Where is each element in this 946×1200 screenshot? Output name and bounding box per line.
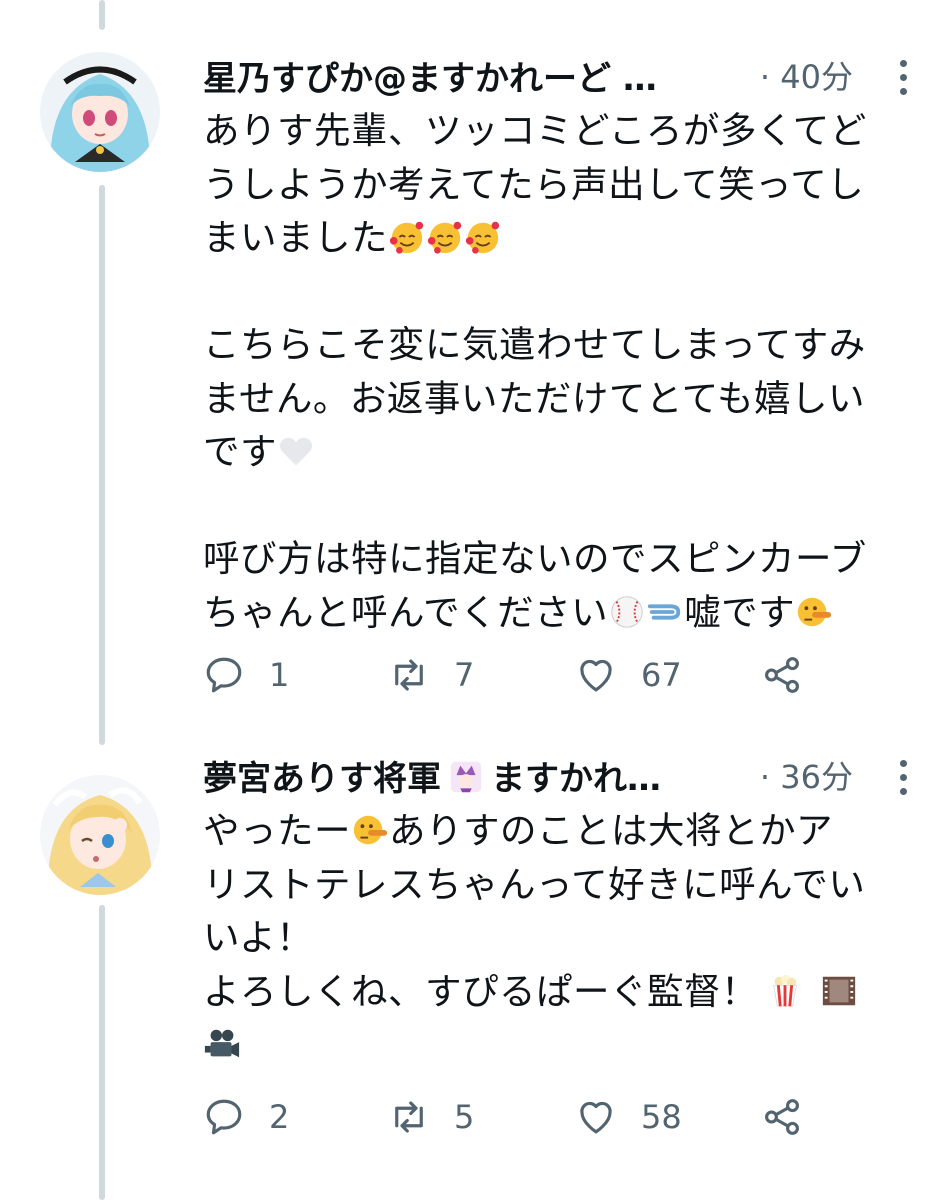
tweet-text: ありす先輩、ツッコミどころが多くてど うしようか考えてたら声出して笑ってし まい… <box>203 109 867 634</box>
share-icon <box>765 657 799 693</box>
lying-face-icon <box>798 597 832 626</box>
tweet-text: やったー ありすのことは大将とかア リストテレスちゃんって好きに呼んでい いよ！ … <box>203 804 915 1072</box>
more-icon[interactable] <box>891 756 915 796</box>
timestamp[interactable]: · 40分 <box>760 52 853 98</box>
like-count: 58 <box>641 1098 682 1136</box>
reply-icon <box>206 1099 242 1135</box>
timestamp[interactable]: · 36分 <box>760 752 853 798</box>
retweet-button[interactable]: 7 <box>388 645 474 705</box>
retweet-icon <box>395 1101 423 1133</box>
white-heart-icon <box>279 437 313 466</box>
like-icon <box>580 659 612 692</box>
tweet-actions: 2 5 58 <box>203 1087 823 1147</box>
dash-icon <box>648 603 681 620</box>
share-button[interactable] <box>761 645 803 705</box>
smiling-face-with-hearts-icon <box>427 221 462 254</box>
baseball-icon <box>611 595 643 628</box>
reply-button[interactable]: 1 <box>203 645 289 705</box>
jester-icon <box>450 761 482 792</box>
movie-camera-icon <box>204 1029 240 1058</box>
reply-count: 1 <box>269 656 290 694</box>
reply-count: 2 <box>269 1098 290 1136</box>
thread-line-bottom <box>99 905 105 1200</box>
avatar[interactable] <box>40 775 160 895</box>
retweet-count: 7 <box>454 656 475 694</box>
reply-button[interactable]: 2 <box>203 1087 289 1147</box>
smiling-face-with-hearts-icon <box>465 221 500 254</box>
lying-face-icon <box>353 815 388 845</box>
thread-line-top <box>99 0 105 30</box>
film-frames-icon <box>822 976 856 1005</box>
like-icon <box>580 1101 612 1134</box>
like-button[interactable]: 58 <box>575 1087 682 1147</box>
reply-icon <box>206 657 242 693</box>
more-icon[interactable] <box>891 56 915 96</box>
author-name[interactable]: 星乃すぴか@ますかれーど … <box>203 51 657 100</box>
retweet-count: 5 <box>454 1098 475 1136</box>
tweet-actions: 1 7 67 <box>203 645 823 705</box>
popcorn-icon <box>773 974 797 1007</box>
like-button[interactable]: 67 <box>575 645 682 705</box>
retweet-icon <box>395 659 423 691</box>
thread-line-middle <box>99 185 105 745</box>
author-name[interactable]: 夢宮ありす将軍 ますかれ… <box>203 751 661 800</box>
retweet-button[interactable]: 5 <box>388 1087 474 1147</box>
like-count: 67 <box>641 656 682 694</box>
share-icon <box>765 1099 799 1135</box>
share-button[interactable] <box>761 1087 803 1147</box>
smiling-face-with-hearts-icon <box>389 221 424 254</box>
avatar[interactable] <box>40 52 160 172</box>
